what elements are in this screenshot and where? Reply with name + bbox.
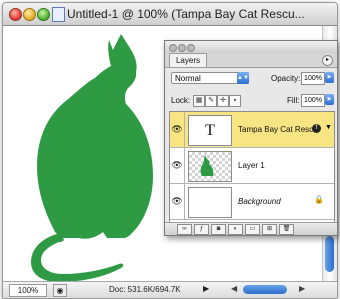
fill-slider-button[interactable]: ▶ <box>325 94 334 105</box>
document-size: Doc: 531.6K/694.7K <box>109 285 181 294</box>
layer-row-background[interactable]: 👁 Background 🔒 <box>170 184 334 220</box>
layers-panel-titlebar[interactable] <box>165 41 337 53</box>
layer-name: Background <box>238 197 281 206</box>
lock-brush-icon[interactable]: ✎ <box>205 95 217 107</box>
blend-mode-value: Normal <box>175 74 201 83</box>
panel-minimize-button[interactable] <box>178 44 186 52</box>
fill-field[interactable]: 100% <box>301 94 325 107</box>
layers-panel: Layers ▸ Normal ▲▼ Opacity: 100% ▶ Lock:… <box>164 40 338 236</box>
scroll-right-arrow-icon[interactable]: ▶ <box>299 284 305 293</box>
adjustment-layer-icon[interactable]: ◐ <box>228 224 243 235</box>
lock-transparency-icon[interactable]: ▦ <box>193 95 205 107</box>
layer-name: Layer 1 <box>238 161 265 170</box>
trash-icon[interactable]: 🗑 <box>279 224 294 235</box>
blend-mode-select[interactable]: Normal ▲▼ <box>171 72 249 84</box>
scroll-left-arrow-icon[interactable]: ◀ <box>231 284 237 293</box>
panel-close-button[interactable] <box>169 44 177 52</box>
document-titlebar[interactable]: Untitled-1 @ 100% (Tampa Bay Cat Rescu..… <box>3 3 337 26</box>
new-layer-icon[interactable]: ⊞ <box>262 224 277 235</box>
cat-shape <box>31 34 153 282</box>
opacity-slider-button[interactable]: ▶ <box>325 72 334 83</box>
cat-thumbnail-icon <box>200 155 214 176</box>
document-title: Untitled-1 @ 100% (Tampa Bay Cat Rescu..… <box>67 7 305 21</box>
layer-mask-icon[interactable]: ◙ <box>211 224 226 235</box>
zoom-window-button[interactable] <box>37 8 50 21</box>
status-info-icon[interactable]: ◉ <box>53 284 67 297</box>
document-proxy-icon[interactable] <box>52 7 65 22</box>
opacity-field[interactable]: 100% <box>301 72 325 85</box>
layer-effects-arrow-icon[interactable]: ▼ <box>325 124 332 131</box>
chevron-down-icon[interactable]: ▲▼ <box>237 72 249 84</box>
layer-thumbnail-text: T <box>188 115 232 146</box>
eye-icon[interactable]: 👁 <box>170 112 185 147</box>
close-window-button[interactable] <box>9 8 22 21</box>
horizontal-scroll-thumb[interactable] <box>243 285 287 294</box>
link-layers-icon[interactable]: ∞ <box>177 224 192 235</box>
tab-layers[interactable]: Layers <box>169 53 207 67</box>
zoom-field[interactable]: 100% <box>9 284 47 297</box>
lock-label: Lock: <box>171 96 191 105</box>
minimize-window-button[interactable] <box>23 8 36 21</box>
layer-name: Tampa Bay Cat Resc... <box>238 125 320 134</box>
fill-label: Fill: <box>287 96 300 105</box>
layer-row-text[interactable]: 👁 T Tampa Bay Cat Resc... f ▼ <box>170 112 334 148</box>
eye-icon[interactable]: 👁 <box>170 148 185 183</box>
layers-list: 👁 T Tampa Bay Cat Resc... f ▼ 👁 Layer 1 … <box>169 111 335 223</box>
layer-effects-icon[interactable]: f <box>312 124 321 133</box>
lock-all-icon[interactable]: ▪ <box>229 95 241 107</box>
layer-style-icon[interactable]: ƒ <box>194 224 209 235</box>
layer-row-layer1[interactable]: 👁 Layer 1 <box>170 148 334 184</box>
lock-move-icon[interactable]: ✛ <box>217 95 229 107</box>
layer-thumbnail-background <box>188 187 232 218</box>
opacity-label: Opacity: <box>271 74 301 83</box>
eye-icon[interactable]: 👁 <box>170 184 185 219</box>
lock-icon: 🔒 <box>314 195 324 204</box>
layers-tabbar: Layers ▸ <box>165 53 337 68</box>
panel-zoom-button[interactable] <box>187 44 195 52</box>
new-group-icon[interactable]: ▭ <box>245 224 260 235</box>
panel-menu-icon[interactable]: ▸ <box>322 55 333 66</box>
layers-panel-toolbar: ∞ ƒ ◙ ◐ ▭ ⊞ 🗑 <box>165 222 337 235</box>
layer-thumbnail-cat <box>188 151 232 182</box>
status-bar: 100% ◉ Doc: 531.6K/694.7K ▶ ◀ ▶ <box>3 281 337 298</box>
vertical-scroll-thumb[interactable] <box>325 236 334 272</box>
status-menu-arrow-icon[interactable]: ▶ <box>203 284 209 293</box>
